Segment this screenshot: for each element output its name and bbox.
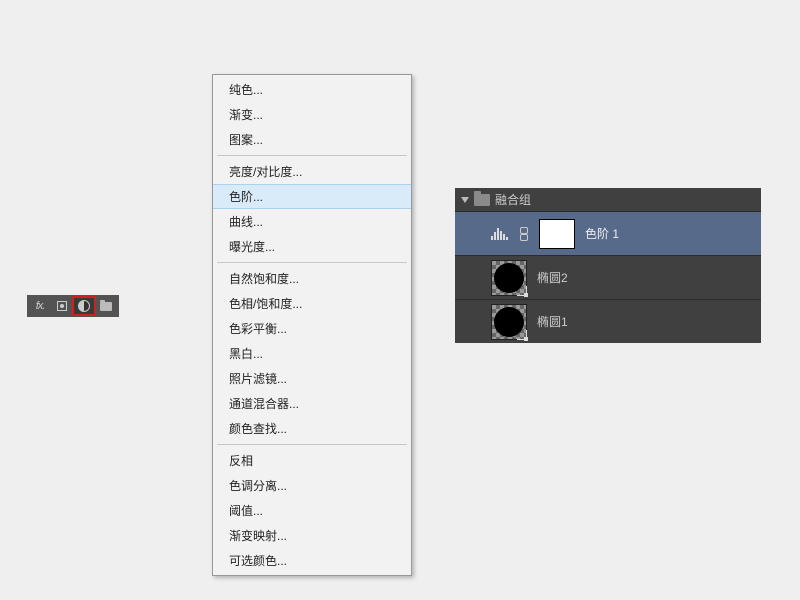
- menu-item-solid-color[interactable]: 纯色...: [213, 77, 411, 102]
- menu-separator: [217, 155, 407, 156]
- add-adjustment-layer-button[interactable]: [73, 297, 95, 315]
- menu-item-selective-color[interactable]: 可选颜色...: [213, 548, 411, 573]
- layer-mask-thumbnail[interactable]: [539, 219, 575, 249]
- menu-item-pattern[interactable]: 图案...: [213, 127, 411, 152]
- folder-icon: [100, 302, 112, 311]
- fx-icon: fx.: [36, 300, 45, 312]
- folder-icon: [474, 194, 490, 206]
- layer-thumbnail[interactable]: [491, 260, 527, 296]
- menu-item-photo-filter[interactable]: 照片滤镜...: [213, 366, 411, 391]
- menu-item-gradient[interactable]: 渐变...: [213, 102, 411, 127]
- menu-item-invert[interactable]: 反相: [213, 448, 411, 473]
- layer-row-ellipse-1[interactable]: 椭圆1: [455, 299, 761, 343]
- group-name: 融合组: [495, 191, 531, 208]
- vector-badge-icon: [517, 330, 527, 340]
- link-icon[interactable]: [519, 227, 529, 241]
- add-mask-button[interactable]: [51, 297, 73, 315]
- menu-item-posterize[interactable]: 色调分离...: [213, 473, 411, 498]
- menu-item-threshold[interactable]: 阈值...: [213, 498, 411, 523]
- layers-panel: 融合组 色阶 1 椭圆2 椭圆1: [455, 188, 761, 343]
- menu-item-exposure[interactable]: 曝光度...: [213, 234, 411, 259]
- menu-item-brightness-contrast[interactable]: 亮度/对比度...: [213, 159, 411, 184]
- new-group-button[interactable]: [95, 297, 117, 315]
- menu-item-black-white[interactable]: 黑白...: [213, 341, 411, 366]
- menu-item-gradient-map[interactable]: 渐变映射...: [213, 523, 411, 548]
- adjustment-layer-menu: 纯色... 渐变... 图案... 亮度/对比度... 色阶... 曲线... …: [212, 74, 412, 576]
- layer-thumbnail[interactable]: [491, 304, 527, 340]
- layer-name: 色阶 1: [585, 225, 619, 242]
- layer-name: 椭圆1: [537, 313, 568, 330]
- menu-item-color-lookup[interactable]: 颜色查找...: [213, 416, 411, 441]
- menu-separator: [217, 444, 407, 445]
- menu-item-curves[interactable]: 曲线...: [213, 209, 411, 234]
- menu-item-color-balance[interactable]: 色彩平衡...: [213, 316, 411, 341]
- adjustment-icon: [78, 300, 90, 312]
- mask-icon: [57, 301, 67, 311]
- menu-separator: [217, 262, 407, 263]
- levels-icon: [491, 228, 509, 240]
- menu-item-vibrance[interactable]: 自然饱和度...: [213, 266, 411, 291]
- menu-item-hue-saturation[interactable]: 色相/饱和度...: [213, 291, 411, 316]
- vector-badge-icon: [517, 286, 527, 296]
- layers-footer-toolbar: fx.: [27, 295, 119, 317]
- menu-item-levels[interactable]: 色阶...: [213, 184, 411, 209]
- layer-row-levels[interactable]: 色阶 1: [455, 211, 761, 255]
- fx-button[interactable]: fx.: [29, 297, 51, 315]
- layer-row-ellipse-2[interactable]: 椭圆2: [455, 255, 761, 299]
- menu-item-channel-mixer[interactable]: 通道混合器...: [213, 391, 411, 416]
- layer-group-row[interactable]: 融合组: [455, 188, 761, 211]
- collapse-toggle-icon[interactable]: [461, 197, 469, 203]
- layer-name: 椭圆2: [537, 269, 568, 286]
